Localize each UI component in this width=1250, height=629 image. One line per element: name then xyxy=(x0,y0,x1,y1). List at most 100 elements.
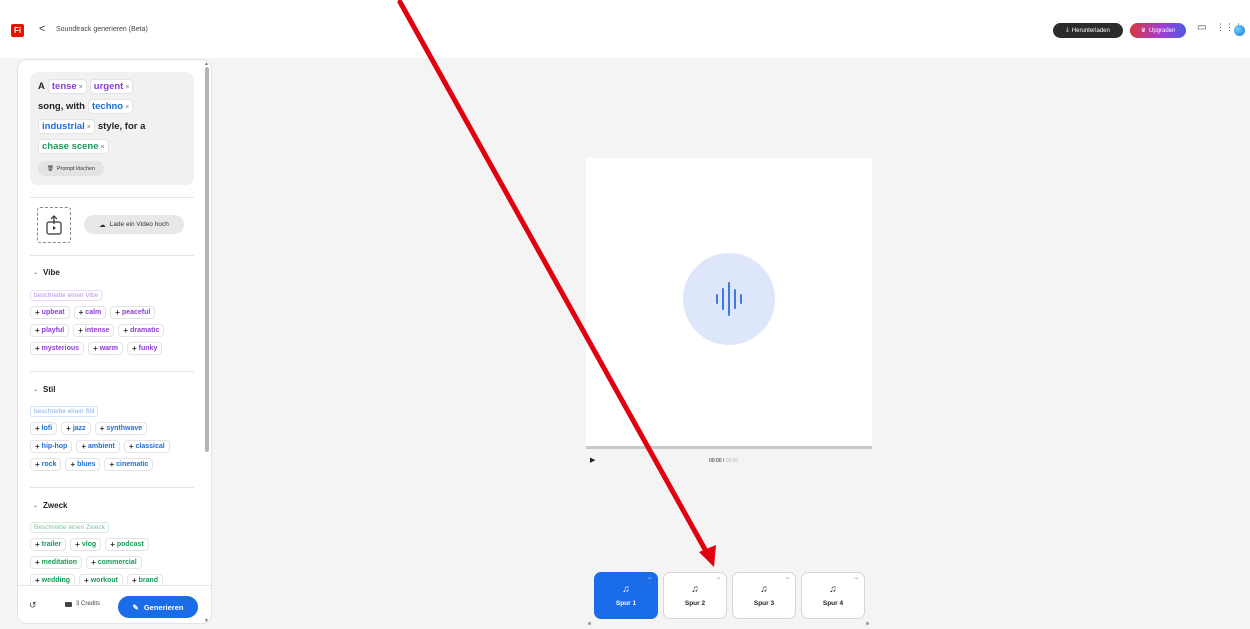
vibe-chip-row: + mysterious + warm + funky xyxy=(30,342,163,355)
music-note-icon: ♫ xyxy=(691,584,699,595)
plus-icon: + xyxy=(35,540,40,549)
plus-icon: + xyxy=(123,326,129,335)
purpose-chip[interactable]: + vlog xyxy=(70,538,102,551)
upload-video-dropzone[interactable] xyxy=(37,207,71,243)
prompt-line-4: chase scene × xyxy=(38,139,109,154)
track-tab[interactable]: ··· ♫ Spur 1 xyxy=(594,572,658,619)
more-options-icon[interactable]: ··· xyxy=(854,575,859,582)
vibe-chip[interactable]: + warm xyxy=(88,342,123,355)
prompt-text: song, with xyxy=(38,101,85,112)
plus-icon: + xyxy=(132,344,137,353)
plus-icon: + xyxy=(78,308,84,317)
prompt-text: A xyxy=(38,81,45,92)
purpose-chip[interactable]: + meditation xyxy=(30,556,83,569)
section-title: Vibe xyxy=(43,268,60,277)
vibe-chip[interactable]: + peaceful xyxy=(110,306,156,319)
clear-prompt-button[interactable]: 🗑 Prompt löschen xyxy=(38,161,104,176)
section-vibe-header[interactable]: ⌄ Vibe xyxy=(33,268,60,277)
more-options-icon[interactable]: ··· xyxy=(785,575,790,582)
upload-video-button[interactable]: ☁ Lade ein Video hoch xyxy=(84,215,184,234)
style-chip[interactable]: + lofi xyxy=(30,422,58,435)
track-scroll-right-icon[interactable] xyxy=(866,622,869,625)
purpose-chip[interactable]: + commercial xyxy=(86,556,142,569)
plus-icon: + xyxy=(128,442,134,451)
playback-timeline[interactable] xyxy=(586,446,872,449)
divider xyxy=(30,255,194,256)
app-logo[interactable]: Fi xyxy=(11,24,24,37)
upload-video-label: Lade ein Video hoch xyxy=(109,221,169,228)
divider xyxy=(30,371,194,372)
annotation-arrow-head xyxy=(699,545,716,567)
vibe-chip[interactable]: + dramatic xyxy=(118,324,165,337)
history-icon[interactable]: ↺ xyxy=(29,600,37,611)
style-chip[interactable]: + cinematic xyxy=(104,458,154,471)
style-input[interactable]: beschreibe einen Stil xyxy=(30,406,99,417)
more-options-icon[interactable]: ··· xyxy=(716,575,721,582)
track-scroll-left-icon[interactable] xyxy=(588,622,591,625)
close-icon[interactable]: × xyxy=(125,104,129,111)
vibe-chip[interactable]: + upbeat xyxy=(30,306,70,319)
close-icon[interactable]: × xyxy=(101,144,105,151)
track-label: Spur 4 xyxy=(822,600,844,607)
purpose-chip[interactable]: + trailer xyxy=(30,538,67,551)
back-chevron-icon[interactable]: < xyxy=(39,23,45,35)
scroll-up-icon[interactable]: ▲ xyxy=(204,61,209,67)
style-chip[interactable]: + rock xyxy=(30,458,62,471)
track-label: Spur 2 xyxy=(684,600,706,607)
track-tab[interactable]: ··· ♫ Spur 3 xyxy=(732,572,796,619)
prompt-line-1: A tense × urgent × xyxy=(38,79,134,94)
style-chip[interactable]: + classical xyxy=(123,440,170,453)
purpose-input[interactable]: Beschreibe einen Zweck xyxy=(30,522,109,533)
section-purpose-header[interactable]: ⌄ Zweck xyxy=(33,501,68,510)
credits-indicator: 3 Credits xyxy=(65,601,100,607)
vibe-chip[interactable]: + playful xyxy=(30,324,70,337)
track-tab[interactable]: ··· ♫ Spur 2 xyxy=(663,572,727,619)
generate-button[interactable]: ✎ Generieren xyxy=(118,596,198,618)
chevron-down-icon: ⌄ xyxy=(33,270,39,276)
prompt-token-urgent[interactable]: urgent × xyxy=(89,79,134,94)
panel-scrollbar[interactable] xyxy=(205,67,209,452)
more-options-icon[interactable]: ··· xyxy=(647,575,652,582)
purpose-chip[interactable]: + podcast xyxy=(105,538,149,551)
style-chip[interactable]: + ambient xyxy=(76,440,120,453)
vibe-chip[interactable]: + calm xyxy=(73,306,107,319)
trash-icon: 🗑 xyxy=(46,165,54,172)
prompt-box[interactable]: A tense × urgent × song, with techno × indu… xyxy=(30,72,194,185)
style-chip[interactable]: + synthwave xyxy=(94,422,148,435)
vibe-input[interactable]: beschreibe einen Vibe xyxy=(30,290,103,301)
page-title: Soundtrack generieren (Beta) xyxy=(56,26,148,33)
prompt-token-tense[interactable]: tense × xyxy=(47,79,87,94)
plus-icon: + xyxy=(115,308,120,317)
close-icon[interactable]: × xyxy=(87,124,91,131)
close-icon[interactable]: × xyxy=(125,84,129,91)
crown-icon: ♛ xyxy=(1140,28,1147,34)
style-chip[interactable]: + jazz xyxy=(61,422,91,435)
close-icon[interactable]: × xyxy=(79,84,83,91)
style-chip[interactable]: + blues xyxy=(65,458,101,471)
plus-icon: + xyxy=(81,442,86,451)
play-icon[interactable]: ▶ xyxy=(590,456,595,464)
track-list: ··· ♫ Spur 1 ··· ♫ Spur 2 ··· ♫ Spur 3 ·… xyxy=(594,572,865,619)
prompt-token-techno[interactable]: techno × xyxy=(87,99,134,114)
vibe-chip[interactable]: + funky xyxy=(127,342,163,355)
avatar[interactable] xyxy=(1234,25,1245,36)
style-chip-row: + lofi + jazz + synthwave xyxy=(30,422,148,435)
credits-label: 3 Credits xyxy=(76,601,101,607)
scroll-down-icon[interactable]: ▼ xyxy=(204,618,209,624)
vibe-chip[interactable]: + mysterious xyxy=(30,342,85,355)
plus-icon: + xyxy=(35,344,40,353)
feedback-icon[interactable]: ▭ xyxy=(1197,22,1206,33)
prompt-token-industrial[interactable]: industrial × xyxy=(38,119,95,134)
upgrade-button[interactable]: ♛ Upgraden xyxy=(1130,23,1186,38)
plus-icon: + xyxy=(91,558,96,567)
vibe-chip[interactable]: + intense xyxy=(73,324,115,337)
download-button[interactable]: ⤓ Herunterladen xyxy=(1053,23,1123,38)
plus-icon: + xyxy=(99,424,105,433)
vibe-chip-row: + playful + intense + dramatic xyxy=(30,324,165,337)
section-title: Zweck xyxy=(43,501,68,510)
plus-icon: + xyxy=(35,308,40,317)
section-style-header[interactable]: ⌄ Stil xyxy=(33,385,55,394)
prompt-token-chase-scene[interactable]: chase scene × xyxy=(38,139,109,154)
style-chip[interactable]: + hip-hop xyxy=(30,440,73,453)
track-tab[interactable]: ··· ♫ Spur 4 xyxy=(801,572,865,619)
